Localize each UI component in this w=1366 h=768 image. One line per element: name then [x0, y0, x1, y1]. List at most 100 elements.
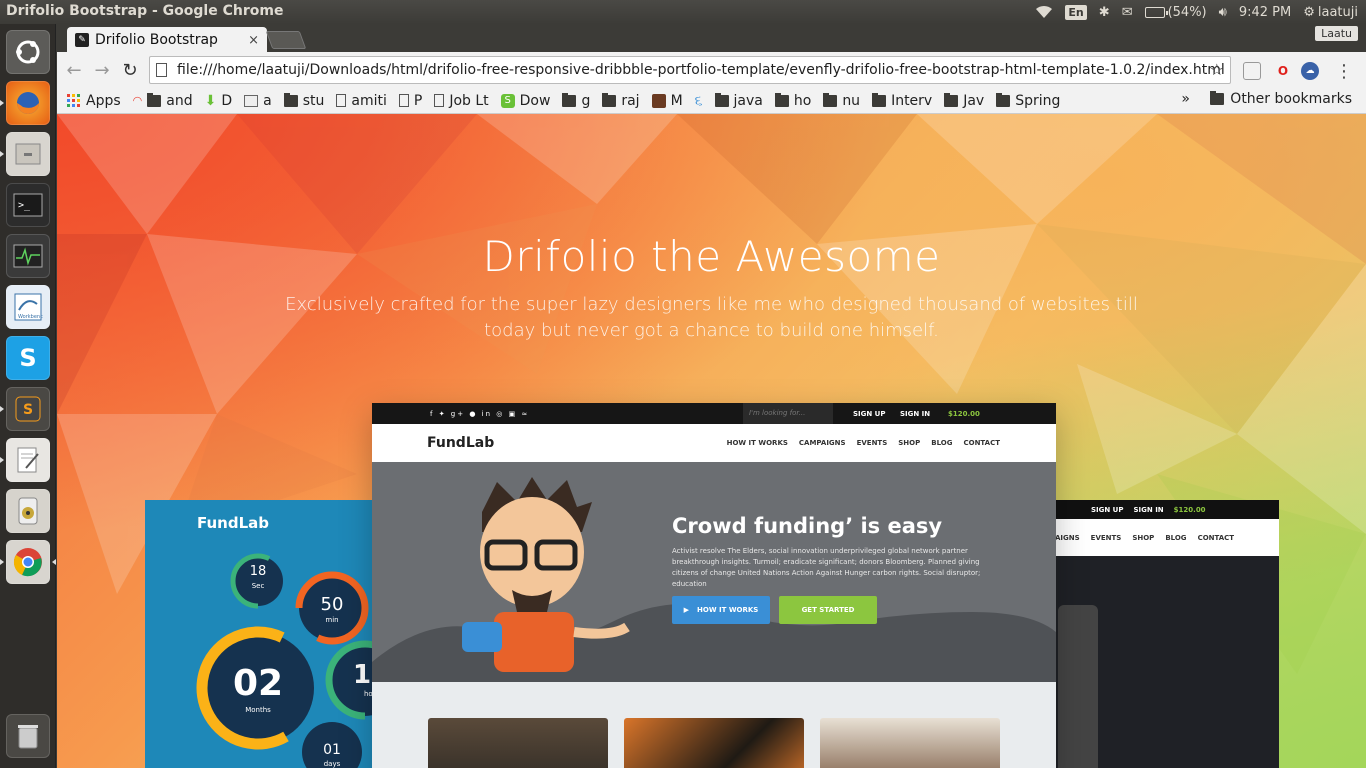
system-monitor-icon[interactable] — [6, 234, 50, 278]
image-icon — [244, 94, 259, 107]
mockup-cards — [372, 682, 1056, 768]
swirl-icon: ૬ — [694, 92, 703, 109]
bookmark-item[interactable]: ◠ and — [133, 92, 193, 109]
card-photo-children — [428, 718, 608, 768]
cloud-extension-icon[interactable]: ☁ — [1301, 62, 1319, 80]
social-icons: f ✦ g+ ● in ◎ ▣ ≈ — [430, 409, 530, 418]
bookmark-item[interactable]: Spring — [996, 92, 1060, 109]
profile-button[interactable]: Laatu — [1315, 26, 1358, 41]
bookmark-label: D — [221, 92, 233, 109]
tab-drifolio[interactable]: ✎ Drifolio Bootstrap × — [67, 27, 267, 53]
trash-icon[interactable] — [6, 714, 50, 758]
session-menu[interactable]: ⚙ laatuji — [1303, 5, 1358, 20]
menu-icon[interactable]: ⋮ — [1335, 61, 1353, 82]
card-photo-girl — [820, 718, 1000, 768]
card-photo-tiger — [624, 718, 804, 768]
browser-window: ✎ Drifolio Bootstrap × Laatu ← → ↻ file:… — [57, 24, 1366, 768]
sublime-text-icon[interactable]: S — [6, 387, 50, 431]
running-indicator — [0, 559, 4, 565]
close-icon[interactable]: × — [248, 33, 259, 48]
bookmark-label: Dow — [519, 92, 551, 109]
clock[interactable]: 9:42 PM — [1239, 5, 1291, 20]
text-editor-icon[interactable] — [6, 438, 50, 482]
battery-indicator[interactable]: (54%) — [1144, 5, 1207, 20]
folder-icon — [872, 92, 887, 107]
bookmark-label: nu — [842, 92, 861, 109]
page-info-icon[interactable] — [156, 63, 167, 77]
running-indicator — [0, 151, 4, 157]
mail-icon[interactable]: ✉ — [1122, 5, 1133, 20]
bookmarks-overflow-button[interactable]: » — [1181, 91, 1190, 107]
skype-icon[interactable]: S — [6, 336, 50, 380]
opera-icon[interactable]: O — [1274, 62, 1292, 80]
countdown-rings — [196, 553, 377, 768]
bookmark-item[interactable]: ⬇ D — [205, 93, 233, 109]
chrome-icon[interactable] — [6, 540, 50, 584]
keyboard-layout-indicator[interactable]: En — [1065, 4, 1087, 20]
right-menu-item: CONTACT — [1197, 533, 1235, 542]
other-bookmarks-label: Other bookmarks — [1230, 91, 1352, 107]
bookmark-item[interactable]: raj — [602, 92, 640, 109]
mockup-right: SIGN UP SIGN IN $120.00 AIGNS EVENTS SHO… — [1053, 500, 1279, 768]
folder-icon — [602, 92, 617, 107]
bookmark-item[interactable]: Interv — [872, 92, 932, 109]
folder-icon — [714, 92, 729, 107]
running-indicator — [0, 406, 4, 412]
bookmark-item[interactable]: stu — [283, 92, 324, 109]
bookmark-item[interactable]: nu — [823, 92, 861, 109]
forward-button[interactable]: → — [90, 58, 114, 82]
bookmark-item[interactable]: java — [714, 92, 763, 109]
bookmark-label: Apps — [86, 92, 121, 109]
svg-text:Workbench: Workbench — [18, 314, 43, 320]
back-button[interactable]: ← — [62, 58, 86, 82]
folder-icon — [996, 92, 1011, 107]
bookmark-item[interactable]: M — [651, 93, 683, 109]
toolbar: ← → ↻ file:///home/laatuji/Downloads/htm… — [57, 52, 1366, 88]
reload-button[interactable]: ↻ — [118, 58, 142, 82]
page-icon — [336, 94, 347, 107]
bluetooth-icon[interactable]: ✱ — [1099, 5, 1110, 20]
avatar-icon — [651, 93, 666, 108]
mockup-menu-item: SHOP — [898, 439, 921, 447]
sign-up-link: SIGN UP — [853, 409, 886, 418]
bookmark-item[interactable]: Jav — [944, 92, 985, 109]
bookmark-label: and — [166, 92, 193, 109]
counter-sec-unit: Sec — [251, 582, 265, 590]
folder-icon — [823, 92, 838, 107]
bookmark-label: g — [581, 92, 591, 109]
terminal-icon[interactable]: >_ — [6, 183, 50, 227]
bookmark-item[interactable]: a — [244, 93, 272, 109]
download-icon: ⬇ — [204, 92, 217, 109]
extension-cube-icon[interactable] — [1243, 62, 1261, 80]
right-menu-item: BLOG — [1165, 533, 1187, 542]
folder-icon — [562, 92, 577, 107]
bookmark-item[interactable]: ૬ — [695, 93, 703, 109]
ubuntu-dash-icon[interactable] — [6, 30, 50, 74]
counter-sec-value: 18 — [249, 564, 267, 579]
new-tab-button[interactable] — [265, 31, 307, 49]
bookmark-apps[interactable]: Apps — [67, 93, 121, 109]
files-icon[interactable] — [6, 132, 50, 176]
address-bar[interactable]: file:///home/laatuji/Downloads/html/drif… — [149, 56, 1231, 84]
bookmarks-bar: Apps ◠ and ⬇ D a stu amiti P Job Lt S Do… — [57, 88, 1366, 114]
other-bookmarks-button[interactable]: Other bookmarks — [1210, 91, 1352, 107]
folder-icon — [147, 92, 162, 107]
mockup-menu: HOW IT WORKS CAMPAIGNS EVENTS SHOP BLOG … — [727, 439, 1000, 447]
music-player-icon[interactable] — [6, 489, 50, 533]
page-icon — [434, 94, 445, 107]
bookmark-item[interactable]: g — [562, 92, 591, 109]
top-panel: Drifolio Bootstrap - Google Chrome En ✱ … — [0, 0, 1366, 24]
volume-icon[interactable]: 🔊︎ — [1219, 5, 1227, 20]
firefox-icon[interactable] — [6, 81, 50, 125]
mockup-search: I'm looking for... — [743, 403, 833, 424]
bookmark-label: Jav — [963, 92, 985, 109]
bookmark-item[interactable]: amiti — [336, 93, 387, 109]
bookmark-item[interactable]: Job Lt — [434, 93, 489, 109]
bookmark-item[interactable]: P — [398, 93, 422, 109]
mysql-workbench-icon[interactable]: Workbench — [6, 285, 50, 329]
bookmark-item[interactable]: ho — [774, 92, 811, 109]
bookmark-star-icon[interactable]: ☆ — [1210, 60, 1224, 79]
bookmark-item[interactable]: S Dow — [500, 92, 551, 109]
folder-icon — [944, 92, 959, 107]
wifi-icon[interactable] — [1035, 5, 1053, 19]
